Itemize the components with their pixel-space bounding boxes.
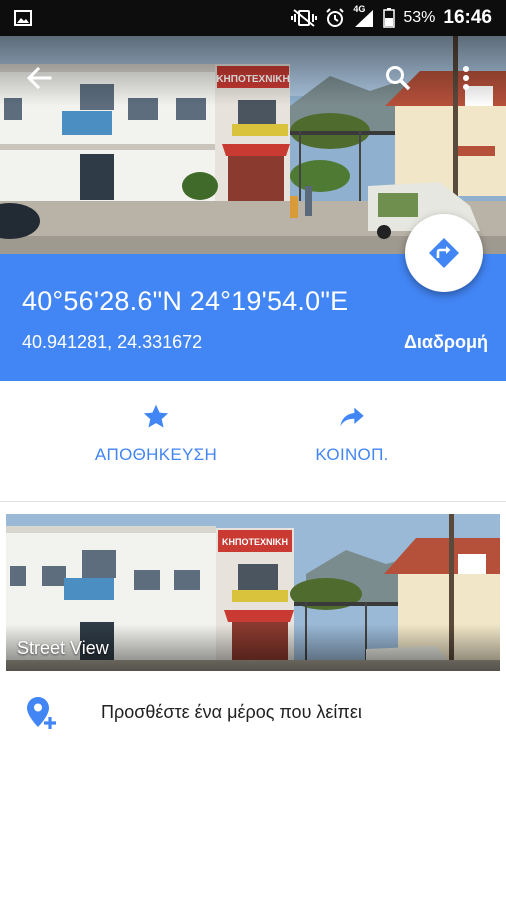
gallery-icon <box>14 10 32 26</box>
directions-icon <box>429 238 459 268</box>
coordinates-decimal[interactable]: 40.941281, 24.331672 <box>22 332 202 353</box>
coordinates-dms: 40°56'28.6"N 24°19'54.0"E <box>22 286 349 316</box>
signal-icon: 4G <box>353 4 375 28</box>
action-bar: ΑΠΟΘΗΚΕΥΣΗ ΚΟΙΝΟΠ. <box>0 381 506 502</box>
network-type: 4G <box>353 4 366 14</box>
add-missing-place-label: Προσθέστε ένα μέρος που λείπει <box>101 702 362 722</box>
save-label: ΑΠΟΘΗΚΕΥΣΗ <box>94 445 218 464</box>
battery-percent: 53% <box>403 9 436 26</box>
street-view-card[interactable]: ΚΗΠΟΤΕΧΝΙΚΗ Street View <box>6 514 500 671</box>
street-view-label: Street View <box>17 638 109 658</box>
more-vert-icon <box>463 66 469 90</box>
search-button[interactable] <box>378 58 418 98</box>
alarm-icon <box>325 8 345 28</box>
back-button[interactable] <box>19 58 59 98</box>
star-icon <box>143 404 169 428</box>
directions-button[interactable] <box>405 214 483 292</box>
thumb-sign-text: ΚΗΠΟΤΕΧΝΙΚΗ <box>222 537 288 547</box>
status-bar: 4G 53% 16:46 <box>0 0 506 36</box>
route-label[interactable]: Διαδρομή <box>404 332 488 353</box>
save-button[interactable]: ΑΠΟΘΗΚΕΥΣΗ <box>71 403 241 465</box>
battery-icon <box>383 8 396 28</box>
hero-gradient <box>0 36 506 106</box>
arrow-back-icon <box>26 66 52 90</box>
clock: 16:46 <box>443 7 492 28</box>
add-location-icon <box>26 696 58 735</box>
share-button[interactable]: ΚΟΙΝΟΠ. <box>267 403 437 465</box>
search-icon <box>386 66 411 91</box>
share-icon <box>340 407 364 427</box>
more-options-button[interactable] <box>446 58 486 98</box>
share-label: ΚΟΙΝΟΠ. <box>315 445 389 464</box>
mute-vibrate-icon <box>291 8 318 28</box>
add-missing-place-row[interactable]: Προσθέστε ένα μέρος που λείπει <box>0 690 506 736</box>
